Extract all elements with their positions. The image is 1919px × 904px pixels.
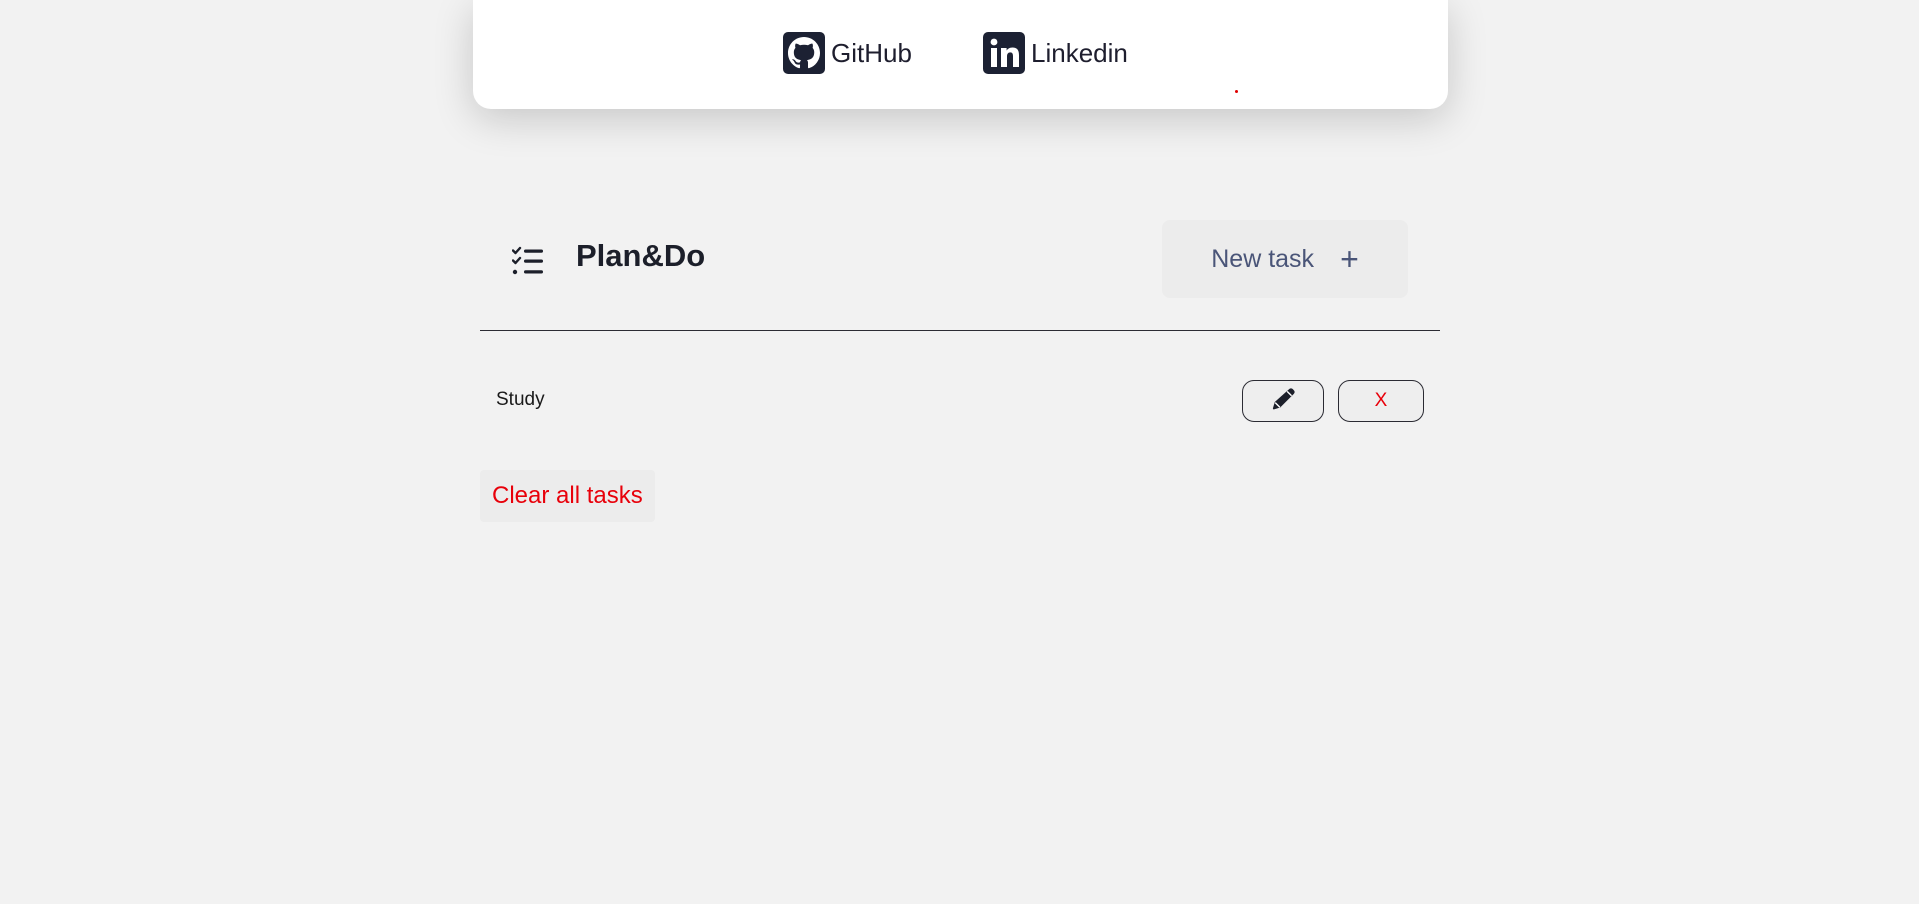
linkedin-label: Linkedin: [1031, 37, 1128, 68]
app-header: Plan&Do New task +: [480, 220, 1440, 331]
new-task-label: New task: [1211, 244, 1315, 273]
github-link[interactable]: GitHub: [783, 32, 912, 74]
linkedin-link[interactable]: Linkedin: [983, 32, 1128, 74]
delete-task-button[interactable]: X: [1338, 380, 1424, 422]
linkedin-icon: [983, 32, 1025, 74]
red-dot: [1235, 90, 1238, 93]
task-row: Study X: [480, 378, 1440, 422]
github-label: GitHub: [831, 37, 912, 68]
checklist-icon: [511, 246, 544, 276]
task-text: Study: [496, 389, 545, 410]
page: GitHub Linkedin Plan&Do New task + Study…: [0, 0, 1919, 904]
app-title: Plan&Do: [576, 238, 706, 273]
edit-task-button[interactable]: [1242, 380, 1324, 422]
social-links-card: GitHub Linkedin: [473, 0, 1448, 109]
github-icon: [783, 32, 825, 74]
new-task-button[interactable]: New task +: [1162, 220, 1408, 298]
clear-all-tasks-button[interactable]: Clear all tasks: [480, 470, 655, 522]
plus-icon: +: [1340, 241, 1359, 277]
pencil-icon: [1270, 387, 1296, 416]
